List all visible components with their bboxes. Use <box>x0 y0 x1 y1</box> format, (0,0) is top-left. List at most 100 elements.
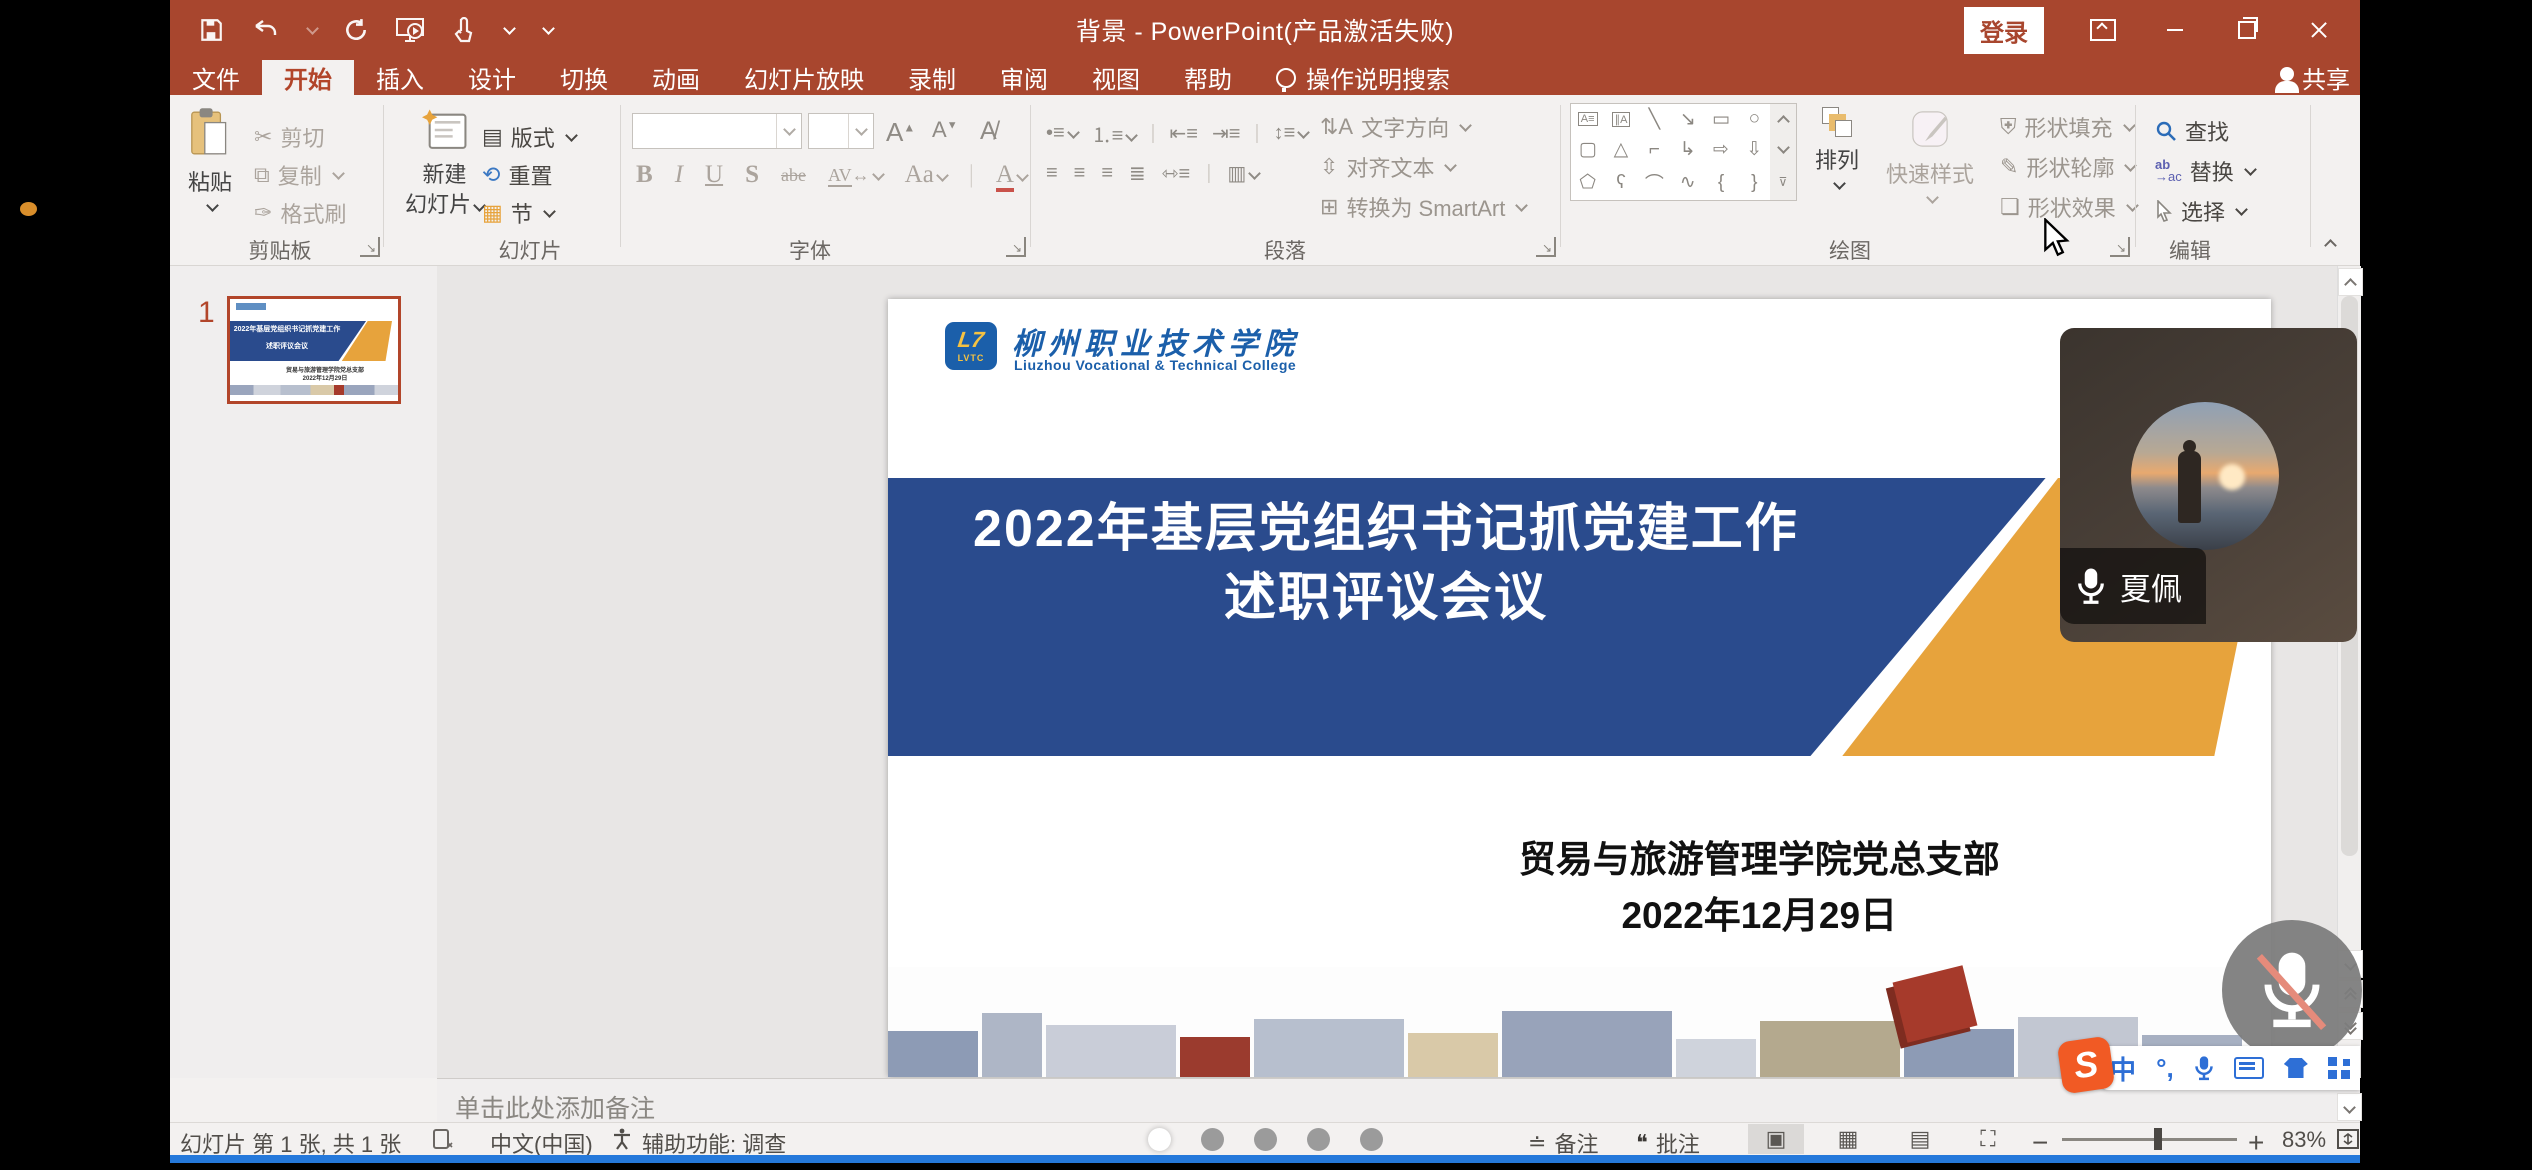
scroll-up-button[interactable] <box>2338 268 2363 296</box>
slide-nav-dot[interactable] <box>1148 1128 1171 1151</box>
zoom-slider-thumb[interactable] <box>2154 1128 2162 1150</box>
find-button[interactable]: 查找 <box>2155 115 2229 147</box>
sogou-keyboard-icon[interactable] <box>2234 1057 2264 1079</box>
clipboard-dialog-launcher[interactable] <box>360 237 380 257</box>
sogou-voice-icon[interactable] <box>2194 1054 2214 1082</box>
tab-design[interactable]: 设计 <box>446 60 538 95</box>
font-name-combo[interactable] <box>632 113 802 149</box>
tab-animations[interactable]: 动画 <box>630 60 722 95</box>
columns-button[interactable]: ▥ <box>1227 161 1259 186</box>
slide-nav-dot[interactable] <box>1201 1128 1224 1151</box>
tab-file[interactable]: 文件 <box>170 60 262 95</box>
slide-nav-dot[interactable] <box>1360 1128 1383 1151</box>
sogou-language-toggle[interactable]: 中 <box>2110 1050 2136 1087</box>
clear-formatting-button[interactable]: A̸ <box>980 117 997 146</box>
shape-outline-button[interactable]: ✎形状轮廓 <box>2000 151 2135 183</box>
tell-me-search[interactable]: 操作说明搜索 <box>1254 60 1472 95</box>
fit-to-window-button[interactable] <box>2336 1127 2360 1151</box>
grow-font-button[interactable]: A▲ <box>886 117 915 148</box>
shape-fill-button[interactable]: ⛨形状填充 <box>2000 111 2134 143</box>
select-button[interactable]: 选择 <box>2155 195 2246 227</box>
change-case-button[interactable]: Aa <box>905 161 947 189</box>
italic-button[interactable]: I <box>675 161 683 189</box>
tab-view[interactable]: 视图 <box>1070 60 1162 95</box>
shrink-font-button[interactable]: A▼ <box>932 117 958 143</box>
align-left-button[interactable]: ≡ <box>1046 162 1058 185</box>
shape-gallery-scroll[interactable]: ⊽ <box>1770 103 1797 201</box>
restore-button[interactable] <box>2234 17 2260 43</box>
reset-button[interactable]: ⟲重置 <box>482 159 552 191</box>
slideshow-view-button[interactable]: ⛶ <box>1960 1124 2016 1154</box>
ribbon-display-options-icon[interactable] <box>2090 19 2116 41</box>
sogou-input-toolbar[interactable]: 中 °, <box>2100 1046 2360 1090</box>
tab-review[interactable]: 审阅 <box>978 60 1070 95</box>
paragraph-row1: •≡ ⒈≡ | ⇤≡ ⇥≡ | ↕≡ <box>1046 119 1308 148</box>
font-format-row: B I U S abe AV↔ Aa | A <box>636 161 1027 189</box>
decrease-indent-button[interactable]: ⇤≡ <box>1170 121 1198 146</box>
mute-microphone-button[interactable] <box>2222 920 2362 1060</box>
line-spacing-button[interactable]: ↕≡ <box>1274 122 1309 145</box>
quick-styles-button[interactable]: 快速样式 <box>1870 107 1990 204</box>
justify-button[interactable]: ≣ <box>1129 161 1146 186</box>
shape-gallery[interactable]: A≡ ∥A ╲↘▭○ ▢△⌐↳⇨⇩ ⬠ʕ⌒∿{} <box>1570 103 1772 201</box>
reading-view-button[interactable]: ▤ <box>1892 1124 1948 1154</box>
font-color-button[interactable]: A <box>996 161 1027 189</box>
close-button[interactable] <box>2306 17 2332 43</box>
copy-button[interactable]: ⧉复制 <box>254 159 343 191</box>
share-button[interactable]: 共享 <box>2280 60 2350 95</box>
notes-scroll-down-button[interactable] <box>2337 1093 2362 1121</box>
new-slide-button[interactable]: 新建 幻灯片 <box>405 107 484 219</box>
slide-nav-dot[interactable] <box>1254 1128 1277 1151</box>
tab-transitions[interactable]: 切换 <box>538 60 630 95</box>
font-dialog-launcher[interactable] <box>1006 237 1026 257</box>
convert-smartart-button[interactable]: ⊞转换为 SmartArt <box>1320 191 1526 223</box>
tab-home[interactable]: 开始 <box>262 60 354 95</box>
text-shadow-button[interactable]: S <box>745 161 759 189</box>
paragraph-dialog-launcher[interactable] <box>1536 237 1556 257</box>
accessibility-icon[interactable] <box>610 1127 634 1151</box>
increase-indent-button[interactable]: ⇥≡ <box>1212 121 1240 146</box>
tab-record[interactable]: 录制 <box>886 60 978 95</box>
distribute-button[interactable]: ⇿≡ <box>1162 161 1190 186</box>
section-button[interactable]: ▦节 <box>482 197 554 229</box>
tab-insert[interactable]: 插入 <box>354 60 446 95</box>
slide-nav-dot[interactable] <box>1307 1128 1330 1151</box>
login-button[interactable]: 登录 <box>1964 7 2044 54</box>
collapse-ribbon-button[interactable] <box>2322 235 2335 253</box>
bold-button[interactable]: B <box>636 161 653 189</box>
slide-thumbnail-pane: 1 2022年基层党组织书记抓党建工作 述职评议会议 贸易与旅游管理学院党总支部… <box>170 266 438 1078</box>
format-painter-button[interactable]: ✑格式刷 <box>254 197 346 229</box>
sogou-toolbox-icon[interactable] <box>2328 1057 2350 1079</box>
underline-button[interactable]: U <box>705 161 723 189</box>
sogou-logo[interactable]: S <box>2057 1036 2116 1095</box>
align-center-button[interactable]: ≡ <box>1074 162 1086 185</box>
char-spacing-button[interactable]: AV↔ <box>828 165 883 186</box>
bullets-button[interactable]: •≡ <box>1046 122 1078 145</box>
sogou-punctuation-toggle[interactable]: °, <box>2156 1053 2174 1084</box>
cut-button[interactable]: ✂剪切 <box>254 121 324 153</box>
zoom-slider-track[interactable] <box>2062 1138 2237 1141</box>
notes-placeholder[interactable]: 单击此处添加备注 <box>455 1089 655 1125</box>
replace-button[interactable]: ab→ac 替换 <box>2155 155 2255 187</box>
numbering-button[interactable]: ⒈≡ <box>1092 119 1137 148</box>
spellcheck-icon[interactable] <box>432 1127 456 1151</box>
strikethrough-button[interactable]: abe <box>781 165 806 186</box>
zoom-percentage[interactable]: 83% <box>2282 1127 2326 1153</box>
group-label-editing: 编辑 <box>2080 235 2300 265</box>
align-right-button[interactable]: ≡ <box>1101 162 1113 185</box>
font-size-combo[interactable] <box>808 113 874 149</box>
slide-thumbnail[interactable]: 2022年基层党组织书记抓党建工作 述职评议会议 贸易与旅游管理学院党总支部 2… <box>227 296 401 404</box>
layout-button[interactable]: ▤版式 <box>482 121 576 153</box>
participant-video-tile[interactable]: 夏佩 <box>2060 328 2357 642</box>
slide-sorter-view-button[interactable]: ▦ <box>1820 1124 1876 1154</box>
align-text-button[interactable]: ⇳对齐文本 <box>1320 151 1455 183</box>
sogou-skin-icon[interactable] <box>2284 1058 2308 1078</box>
tab-slideshow[interactable]: 幻灯片放映 <box>722 60 886 95</box>
minimize-button[interactable] <box>2162 17 2188 43</box>
arrange-button[interactable]: 排列 <box>1815 107 1859 190</box>
normal-view-button[interactable]: ▣ <box>1748 1124 1804 1154</box>
paste-button[interactable]: 粘贴 <box>188 107 232 212</box>
slide-nav-dots <box>1148 1128 1383 1151</box>
text-direction-button[interactable]: ⇅A文字方向 <box>1320 111 1470 143</box>
tab-help[interactable]: 帮助 <box>1162 60 1254 95</box>
